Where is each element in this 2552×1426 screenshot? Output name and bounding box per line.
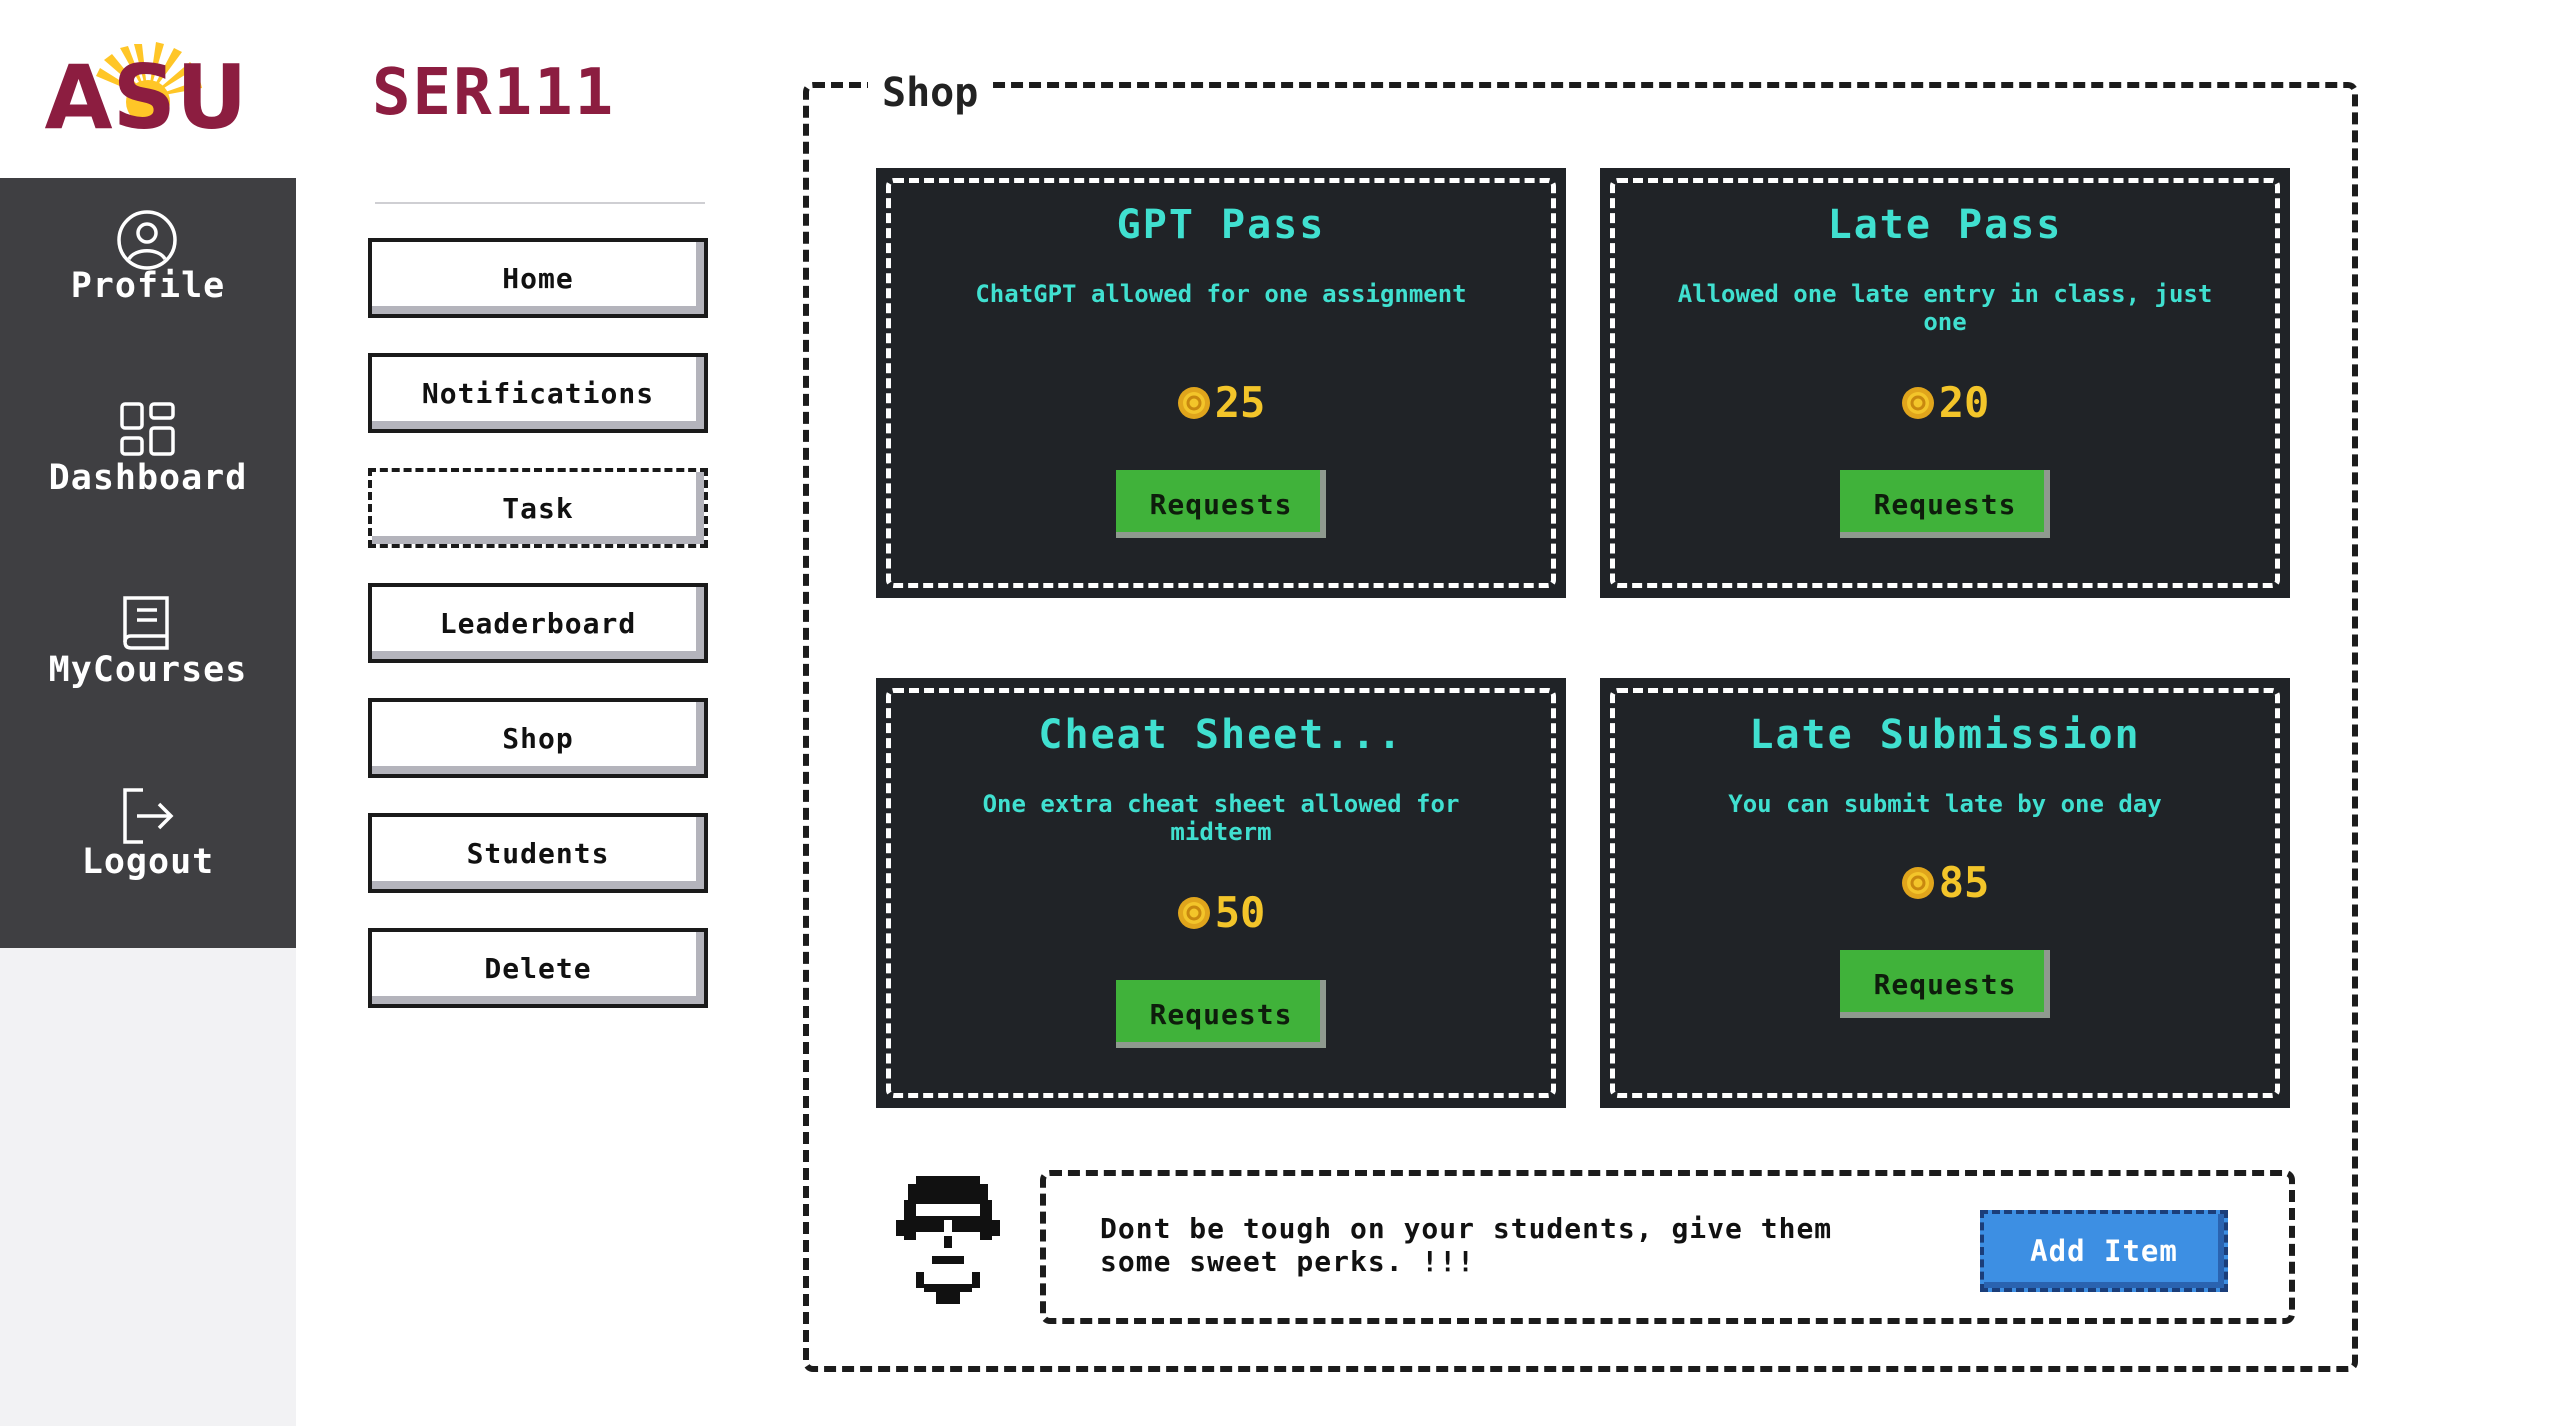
sidebar-item-profile[interactable]: Profile	[0, 206, 296, 356]
nav-leaderboard-button[interactable]: Leaderboard	[368, 583, 708, 663]
sidebar-item-label: Profile	[70, 266, 226, 306]
grid-icon	[120, 402, 175, 456]
coin-icon	[1901, 866, 1934, 899]
shop-item-price: 85	[1600, 858, 2290, 907]
shop-message: Dont be tough on your students, give the…	[1100, 1212, 1833, 1278]
sidebar-item-label: Logout	[81, 842, 215, 882]
shop-item-description: Allowed one late entry in class, just on…	[1677, 280, 2213, 336]
logout-icon	[123, 788, 174, 844]
requests-button[interactable]: Requests	[1840, 950, 2050, 1018]
sidebar-item-label: MyCourses	[48, 650, 248, 690]
shop-item-title: Late Submission	[1749, 712, 2141, 758]
asu-logo: ASU	[45, 42, 248, 136]
shop-title: Shop	[868, 70, 993, 116]
svg-text:ASU: ASU	[45, 46, 248, 136]
shop-item-title: GPT Pass	[1116, 202, 1326, 248]
requests-button[interactable]: Requests	[1116, 980, 1326, 1048]
nav-delete-button[interactable]: Delete	[368, 928, 708, 1008]
sidebar: Profile Dashboard MyCourses Logout	[0, 178, 296, 948]
nav-home-button[interactable]: Home	[368, 238, 708, 318]
coin-icon	[1177, 386, 1210, 419]
add-item-button[interactable]: Add Item	[1980, 1210, 2228, 1292]
nav-notifications-button[interactable]: Notifications	[368, 353, 708, 433]
nav-divider	[375, 202, 705, 204]
shop-item-description: One extra cheat sheet allowed for midter…	[982, 790, 1460, 846]
sidebar-item-mycourses[interactable]: MyCourses	[0, 590, 296, 740]
logo-area: ASU	[0, 0, 296, 178]
sidebar-item-label: Dashboard	[48, 458, 248, 498]
requests-button[interactable]: Requests	[1116, 470, 1326, 538]
shop-item-title: Cheat Sheet...	[1038, 712, 1404, 758]
shop-item-card: Cheat Sheet... One extra cheat sheet all…	[876, 678, 1566, 1108]
shop-item-card: GPT Pass ChatGPT allowed for one assignm…	[876, 168, 1566, 598]
pixel-avatar-icon	[896, 1176, 1000, 1304]
shop-item-price: 50	[876, 888, 1566, 937]
sidebar-item-logout[interactable]: Logout	[0, 782, 296, 932]
requests-button[interactable]: Requests	[1840, 470, 2050, 538]
shop-item-price: 25	[876, 378, 1566, 427]
shop-item-description: ChatGPT allowed for one assignment	[975, 280, 1467, 308]
coin-icon	[1901, 386, 1934, 419]
nav-task-button[interactable]: Task	[368, 468, 708, 548]
shop-item-title: Late Pass	[1827, 202, 2063, 248]
price-value: 20	[1938, 378, 1990, 427]
nav-shop-button[interactable]: Shop	[368, 698, 708, 778]
book-icon	[123, 596, 169, 650]
shop-item-price: 20	[1600, 378, 2290, 427]
shop-item-card: Late Submission You can submit late by o…	[1600, 678, 2290, 1108]
course-title: SER111	[372, 56, 616, 130]
shop-item-card: Late Pass Allowed one late entry in clas…	[1600, 168, 2290, 598]
price-value: 25	[1214, 378, 1266, 427]
shop-item-description: You can submit late by one day	[1728, 790, 2162, 818]
coin-icon	[1177, 896, 1210, 929]
user-circle-icon	[117, 210, 177, 270]
price-value: 85	[1938, 858, 1990, 907]
nav-students-button[interactable]: Students	[368, 813, 708, 893]
price-value: 50	[1214, 888, 1266, 937]
sidebar-item-dashboard[interactable]: Dashboard	[0, 398, 296, 548]
